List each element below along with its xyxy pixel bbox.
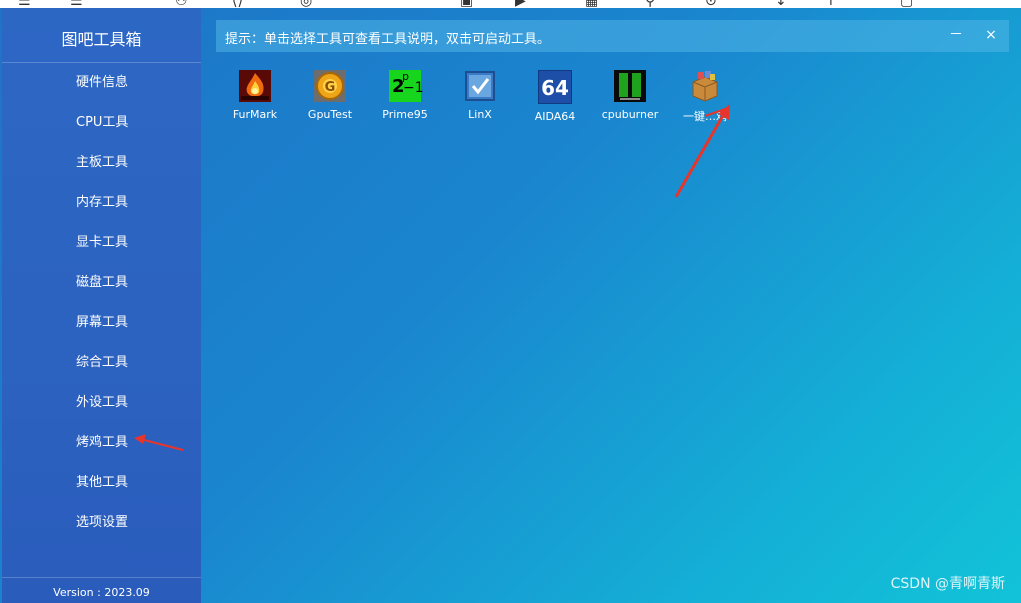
toolbar-glyph-icon: ⚲ [645,0,656,8]
toolbar-glyph-icon: ↓ [775,0,787,8]
toolbar-glyph-icon: ▶ [515,0,526,8]
arrow-to-stress-tools [134,434,184,451]
toolbar-glyph-icon: ☰ [70,0,83,8]
watermark: CSDN @青啊青斯 [890,576,1005,592]
toolbar-glyph-icon: ↑ [825,0,837,8]
toolbar-glyph-icon: ▢ [900,0,914,8]
toolbar-glyph-icon: ▦ [585,0,599,8]
toolbar-glyph-icon: ⊙ [705,0,717,8]
toolbar-glyph-icon: ☰ [18,0,31,8]
toolbar-glyph-icon: ▣ [460,0,474,8]
toolbar-glyph-icon: ⚇ [175,0,188,8]
toolbar-glyph-icon: ◎ [300,0,313,8]
top-toolbar-strip: ☰ ☰ ⚇ ⟨⟩ ◎ ▣ ▶ ▦ ⚲ ⊙ ↓ ↑ ▢ [0,0,1021,8]
annotation-arrows [134,104,730,451]
app-window: 图吧工具箱 硬件信息 CPU工具 主板工具 内存工具 显卡工具 磁盘工具 屏幕工… [0,8,1021,603]
arrow-to-one-click-tool [674,104,730,198]
toolbar-glyph-icon: ⟨⟩ [232,0,243,8]
